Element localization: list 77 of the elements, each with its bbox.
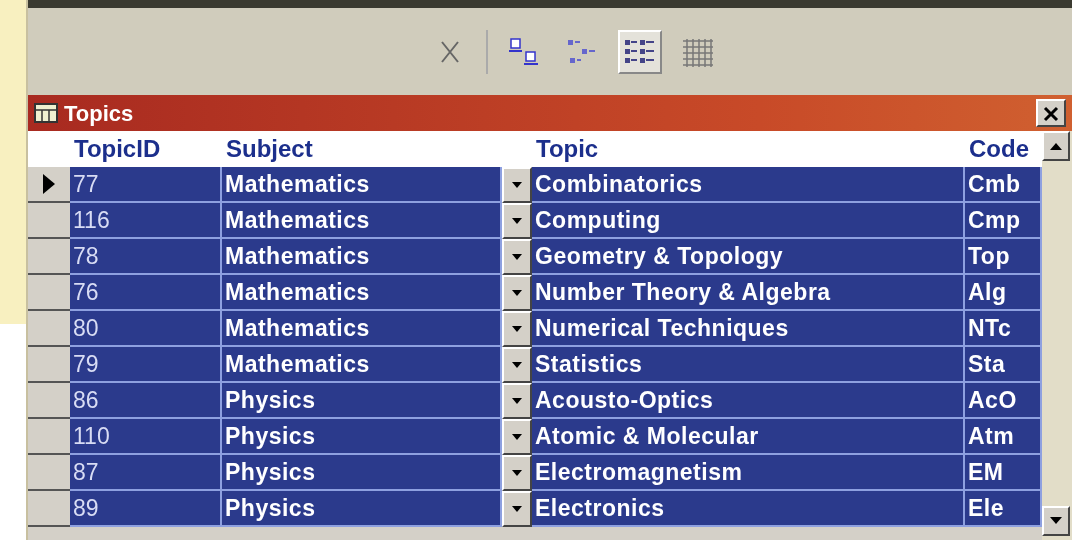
column-header[interactable]: Subject [222,131,502,167]
table-cell: 80 [70,311,222,347]
caret-icon [512,254,522,260]
caret-icon [512,290,522,296]
table-cell: 86 [70,383,222,419]
table-cell: Computing [532,203,965,239]
table-cell: 77 [70,167,222,203]
table-cell: EM [965,455,1042,491]
table-cell: Statistics [532,347,965,383]
table-cell: Electronics [532,491,965,527]
table-cell: 89 [70,491,222,527]
caret-icon [512,398,522,404]
table-cell: Mathematics [222,239,502,275]
scroll-down-button[interactable] [1042,506,1070,536]
table-cell: 110 [70,419,222,455]
column-header[interactable]: Code [965,131,1042,167]
scrollbar[interactable] [1042,131,1072,540]
table-cell: 87 [70,455,222,491]
table-cell: Cmp [965,203,1042,239]
table-cell: 78 [70,239,222,275]
list-button[interactable] [618,29,662,74]
dropdown-button[interactable] [502,167,532,203]
table-cell: Atm [965,419,1042,455]
scroll-up-button[interactable] [1042,131,1070,161]
dropdown-button[interactable] [502,455,532,491]
table-cell: 76 [70,275,222,311]
table-cell: Mathematics [222,167,502,203]
caret-icon [512,182,522,188]
caret-icon [512,506,522,512]
dropdown-button[interactable] [502,239,532,275]
table-cell: Physics [222,419,502,455]
table-cell: Physics [222,455,502,491]
dropdown-button[interactable] [502,419,532,455]
table-cell: Numerical Techniques [532,311,965,347]
column-header[interactable]: Topic [532,131,965,167]
table-cell: Number Theory & Algebra [532,275,965,311]
grid-icon [681,36,715,67]
current-row-icon [43,174,55,194]
table-cell: Mathematics [222,275,502,311]
window-title: Topics [64,99,134,128]
table-cell: Ele [965,491,1042,527]
dropdown-button[interactable] [502,383,532,419]
table-cell: Mathematics [222,311,502,347]
dropdown-button[interactable] [502,275,532,311]
table-icon [34,103,58,123]
close-button[interactable] [1036,99,1066,127]
up-arrow-icon [1050,142,1062,150]
caret-icon [512,470,522,476]
table-cell: NTc [965,311,1042,347]
table-cell: Sta [965,347,1042,383]
close-icon [1043,106,1059,123]
down-arrow-icon [1050,517,1062,525]
table-cell: Geometry & Topology [532,239,965,275]
table-cell: Atomic & Molecular [532,419,965,455]
table-cell: 79 [70,347,222,383]
dropdown-button[interactable] [502,311,532,347]
table-cell: Electromagnetism [532,455,965,491]
table-cell: Physics [222,491,502,527]
table-cell: Physics [222,383,502,419]
table-cell: 116 [70,203,222,239]
dropdown-button[interactable] [502,203,532,239]
caret-icon [512,326,522,332]
dropdown-button[interactable] [502,347,532,383]
table-cell: Cmb [965,167,1042,203]
table-cell: Alg [965,275,1042,311]
table-cell: AcO [965,383,1042,419]
table-cell: Combinatorics [532,167,965,203]
caret-icon [512,218,522,224]
caret-icon [512,434,522,440]
table-cell: Mathematics [222,347,502,383]
caret-icon [512,362,522,368]
large-icons-icon [508,36,540,67]
table-cell: Acousto-Optics [532,383,965,419]
table-cell: Mathematics [222,203,502,239]
column-header[interactable]: TopicID [70,131,222,167]
table-cell: Top [965,239,1042,275]
dropdown-button[interactable] [502,491,532,527]
